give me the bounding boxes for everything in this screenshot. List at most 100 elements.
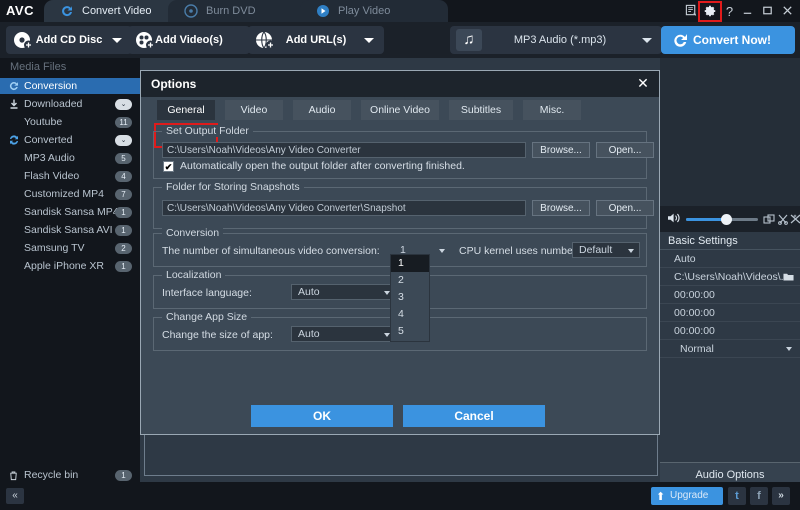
interface-language-value: Auto — [298, 286, 320, 298]
cancel-button[interactable]: Cancel — [403, 405, 545, 427]
cpu-kernel-select[interactable]: Default — [572, 242, 640, 258]
output-folder-path-input[interactable]: C:\Users\Noah\Videos\Any Video Converter — [162, 142, 526, 158]
facebook-icon[interactable]: f — [750, 487, 768, 505]
snapshot-browse-button[interactable]: Browse... — [532, 200, 590, 216]
add-videos-button[interactable]: Add Video(s) — [128, 26, 250, 54]
chevron-down-icon[interactable] — [628, 249, 634, 253]
sidebar-item-samsung-tv[interactable]: Samsung TV 2 — [0, 240, 140, 256]
sidebar-item-count: 2 — [115, 243, 132, 254]
settings-row[interactable]: 00:00:00 — [660, 286, 800, 304]
sidebar-item-label: Downloaded — [24, 98, 83, 110]
add-cd-disc-button[interactable]: Add CD Disc — [6, 26, 132, 54]
dropdown-option[interactable]: 1 — [391, 255, 429, 272]
settings-row-output-path[interactable]: C:\Users\Noah\Videos\... — [660, 268, 800, 286]
gear-icon[interactable] — [702, 4, 717, 19]
chevron-down-icon[interactable] — [439, 249, 445, 253]
more-links-button[interactable]: » — [772, 487, 790, 505]
settings-row-quality[interactable]: Normal — [660, 340, 800, 358]
snapshot-folder-path-input[interactable]: C:\Users\Noah\Videos\Any Video Converter… — [162, 200, 526, 216]
chevron-down-icon[interactable]: ⌄ — [115, 99, 132, 110]
sidebar-item-count: 1 — [115, 261, 132, 272]
output-browse-button[interactable]: Browse... — [532, 142, 590, 158]
convert-now-button[interactable]: Convert Now! — [661, 26, 795, 54]
settings-row[interactable]: Auto — [660, 250, 800, 268]
settings-row[interactable]: 00:00:00 — [660, 322, 800, 340]
chevron-down-icon[interactable]: ⌄ — [115, 135, 132, 146]
output-format-select[interactable]: ♫ MP3 Audio (*.mp3) — [450, 26, 662, 54]
app-logo: AVC — [6, 3, 34, 18]
chevron-down-icon[interactable] — [364, 38, 374, 43]
settings-value: 00:00:00 — [674, 289, 715, 301]
collapse-sidebar-button[interactable]: « — [6, 488, 24, 504]
dropdown-option[interactable]: 2 — [391, 272, 429, 289]
output-folder-group: Set Output Folder C:\Users\Noah\Videos\A… — [153, 125, 654, 179]
tab-audio[interactable]: Audio — [293, 100, 351, 120]
sidebar-item-count: 5 — [115, 153, 132, 164]
preview-area[interactable] — [660, 58, 800, 206]
recycle-bin-count: 1 — [115, 470, 132, 481]
sidebar-item-customized-mp4[interactable]: Customized MP4 7 — [0, 186, 140, 202]
tab-burn-dvd[interactable]: Burn DVD — [168, 0, 316, 22]
sidebar: Media Files Conversion Downloaded ⌄ Yout… — [0, 58, 140, 482]
close-icon[interactable] — [780, 4, 795, 19]
settings-row[interactable]: 00:00:00 — [660, 304, 800, 322]
settings-value: C:\Users\Noah\Videos\... — [674, 271, 790, 283]
sidebar-item-label: Customized MP4 — [24, 188, 104, 200]
list-icon[interactable] — [684, 4, 699, 19]
settings-value: Auto — [674, 253, 696, 265]
duplicate-icon[interactable] — [763, 213, 775, 228]
simultaneous-conversion-dropdown[interactable]: 1 2 3 4 5 — [390, 254, 430, 342]
sidebar-item-downloaded[interactable]: Downloaded ⌄ — [0, 96, 140, 112]
output-open-button[interactable]: Open... — [596, 142, 654, 158]
upgrade-button[interactable]: ⬆ Upgrade — [651, 487, 723, 505]
volume-slider-knob[interactable] — [721, 214, 732, 225]
ok-button[interactable]: OK — [251, 405, 393, 427]
add-urls-button[interactable]: Add URL(s) — [248, 26, 384, 54]
twitter-icon[interactable]: t — [728, 487, 746, 505]
speaker-icon[interactable] — [666, 211, 682, 228]
tab-general[interactable]: General — [157, 100, 215, 120]
help-icon[interactable]: ? — [722, 4, 737, 19]
convert-refresh-icon — [671, 31, 689, 49]
auto-open-checkbox[interactable]: ✔ — [163, 161, 174, 172]
tab-misc[interactable]: Misc. — [523, 100, 581, 120]
sidebar-item-youtube[interactable]: Youtube 11 — [0, 114, 140, 130]
app-size-select[interactable]: Auto — [291, 326, 396, 342]
output-format-value: MP3 Audio (*.mp3) — [513, 34, 607, 46]
dropdown-option[interactable]: 5 — [391, 323, 429, 340]
convert-icon — [60, 4, 74, 18]
dropdown-option[interactable]: 3 — [391, 289, 429, 306]
settings-value: 00:00:00 — [674, 307, 715, 319]
basic-settings-title: Basic Settings — [660, 232, 800, 250]
effects-icon[interactable] — [790, 213, 800, 228]
chevron-down-icon[interactable] — [112, 38, 122, 43]
sidebar-title: Media Files — [10, 61, 67, 73]
sidebar-item-conversion[interactable]: Conversion — [0, 78, 140, 94]
sidebar-item-sandisk-sansa-mp4[interactable]: Sandisk Sansa MP4 1 — [0, 204, 140, 220]
close-icon[interactable]: ✕ — [635, 75, 651, 91]
minimize-icon[interactable] — [740, 4, 755, 19]
snapshot-folder-group-title: Folder for Storing Snapshots — [162, 181, 304, 193]
interface-language-select[interactable]: Auto — [291, 284, 396, 300]
sidebar-item-converted[interactable]: Converted ⌄ — [0, 132, 140, 148]
dropdown-option[interactable]: 4 — [391, 306, 429, 323]
tab-subtitles[interactable]: Subtitles — [449, 100, 513, 120]
volume-slider-fill — [686, 218, 726, 221]
sidebar-item-count: 11 — [115, 117, 132, 128]
sync-icon — [8, 134, 20, 146]
sidebar-item-flash-video[interactable]: Flash Video 4 — [0, 168, 140, 184]
tab-burn-dvd-label: Burn DVD — [206, 5, 256, 17]
sidebar-item-sandisk-sansa-avi[interactable]: Sandisk Sansa AVI 1 — [0, 222, 140, 238]
chevron-down-icon[interactable] — [642, 38, 652, 43]
chevron-down-icon[interactable] — [786, 347, 792, 351]
tab-online-video[interactable]: Online Video — [361, 100, 439, 120]
sidebar-item-label: Apple iPhone XR — [24, 260, 104, 272]
cut-icon[interactable] — [777, 213, 789, 228]
sidebar-item-apple-iphone-xr[interactable]: Apple iPhone XR 1 — [0, 258, 140, 274]
maximize-icon[interactable] — [760, 4, 775, 19]
tab-video[interactable]: Video — [225, 100, 283, 120]
tab-play-video[interactable]: Play Video — [300, 0, 448, 22]
snapshot-open-button[interactable]: Open... — [596, 200, 654, 216]
auto-open-checkbox-label: Automatically open the output folder aft… — [180, 160, 465, 172]
sidebar-item-mp3-audio[interactable]: MP3 Audio 5 — [0, 150, 140, 166]
